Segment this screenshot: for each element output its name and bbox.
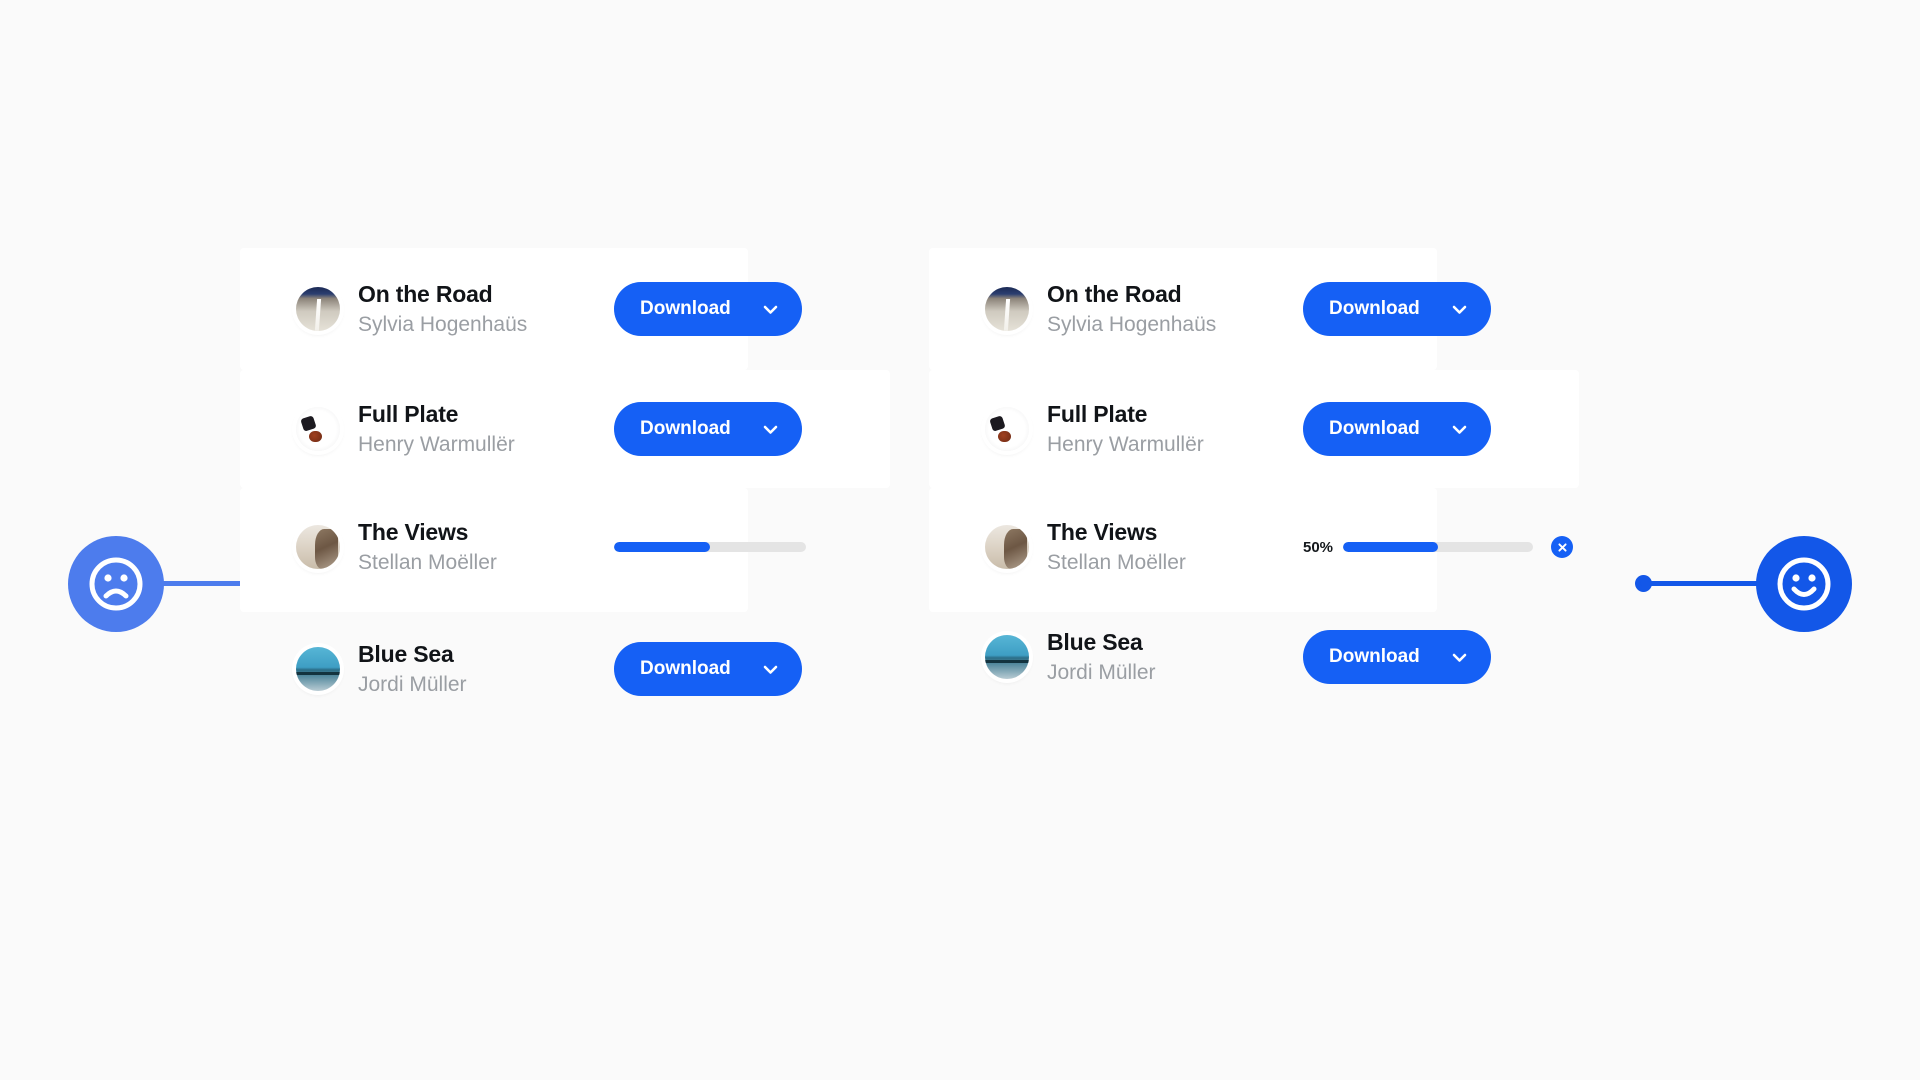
progress-fill (1343, 542, 1438, 552)
list-item[interactable]: On the Road Sylvia Hogenhaüs Download (296, 248, 806, 370)
sad-face-icon (89, 557, 143, 611)
list-item[interactable]: The Views Stellan Moëller 50% (985, 488, 1573, 606)
item-author: Jordi Müller (358, 672, 467, 696)
plate-thumbnail (296, 406, 340, 451)
download-button-label: Download (1329, 418, 1420, 439)
chevron-down-icon (761, 300, 780, 319)
progress-track[interactable] (1343, 542, 1533, 552)
views-thumbnail (296, 524, 340, 569)
panel-before: On the Road Sylvia Hogenhaüs Download Fu… (240, 248, 890, 728)
item-meta: Full Plate Henry Warmullër (296, 400, 558, 458)
sea-thumbnail (985, 634, 1029, 679)
chevron-down-icon (761, 420, 780, 439)
road-thumbnail (985, 286, 1029, 331)
item-action: Download (614, 642, 802, 696)
chevron-down-icon (1450, 648, 1469, 667)
happy-face-endcap (1756, 536, 1852, 632)
chevron-down-icon (761, 660, 780, 679)
item-title: On the Road (1047, 280, 1182, 307)
item-meta: The Views Stellan Moëller (985, 518, 1247, 576)
item-title: Full Plate (358, 400, 459, 427)
item-title: Full Plate (1047, 400, 1148, 427)
item-action (614, 520, 806, 574)
happy-face-icon (1777, 557, 1831, 611)
item-author: Sylvia Hogenhaüs (1047, 312, 1217, 336)
download-button[interactable]: Download (614, 402, 802, 456)
road-thumbnail (296, 286, 340, 331)
item-action: 50% (1303, 520, 1573, 574)
download-button[interactable]: Download (614, 282, 802, 336)
item-author: Sylvia Hogenhaüs (358, 312, 528, 336)
item-meta: Blue Sea Jordi Müller (296, 640, 558, 698)
item-meta: On the Road Sylvia Hogenhaüs (296, 280, 558, 338)
item-author: Henry Warmullër (1047, 432, 1204, 456)
download-button[interactable]: Download (1303, 282, 1491, 336)
item-titles: On the Road Sylvia Hogenhaüs (1047, 280, 1216, 338)
close-icon (1557, 542, 1567, 552)
cancel-download-button[interactable] (1551, 536, 1573, 558)
list-item[interactable]: Blue Sea Jordi Müller Download (985, 598, 1573, 716)
download-button-label: Download (640, 298, 731, 319)
views-thumbnail (985, 524, 1029, 569)
panel-after: On the Road Sylvia Hogenhaüs Download Fu… (929, 248, 1579, 716)
list-item[interactable]: On the Road Sylvia Hogenhaüs Download (985, 248, 1573, 370)
item-meta: Blue Sea Jordi Müller (985, 628, 1247, 686)
download-button[interactable]: Download (1303, 630, 1491, 684)
download-button-label: Download (1329, 646, 1420, 667)
item-titles: Full Plate Henry Warmullër (1047, 400, 1204, 458)
item-author: Stellan Moëller (1047, 550, 1186, 574)
item-titles: Full Plate Henry Warmullër (358, 400, 515, 458)
item-author: Jordi Müller (1047, 660, 1156, 684)
progress-fill (614, 542, 710, 552)
progress-percent-label: 50% (1303, 538, 1334, 556)
list-item[interactable]: Full Plate Henry Warmullër Download (296, 370, 806, 488)
download-button[interactable]: Download (614, 642, 802, 696)
item-titles: The Views Stellan Moëller (1047, 518, 1186, 576)
item-title: On the Road (358, 280, 493, 307)
item-titles: The Views Stellan Moëller (358, 518, 497, 576)
list-item[interactable]: Full Plate Henry Warmullër Download (985, 370, 1573, 488)
item-action: Download (614, 402, 802, 456)
item-title: Blue Sea (358, 640, 454, 667)
item-action: Download (614, 282, 802, 336)
item-titles: Blue Sea Jordi Müller (358, 640, 467, 698)
item-title: The Views (358, 518, 469, 545)
item-author: Henry Warmullër (358, 432, 515, 456)
download-progress: 50% (1303, 520, 1573, 574)
item-titles: Blue Sea Jordi Müller (1047, 628, 1156, 686)
item-title: The Views (1047, 518, 1158, 545)
download-button-label: Download (640, 418, 731, 439)
item-meta: Full Plate Henry Warmullër (985, 400, 1247, 458)
list-item[interactable]: The Views Stellan Moëller (296, 488, 806, 606)
item-titles: On the Road Sylvia Hogenhaüs (358, 280, 527, 338)
item-meta: On the Road Sylvia Hogenhaüs (985, 280, 1247, 338)
right-connector-line (1640, 581, 1760, 586)
download-button-label: Download (1329, 298, 1420, 319)
item-action: Download (1303, 282, 1491, 336)
progress-track[interactable] (614, 542, 806, 552)
item-action: Download (1303, 402, 1491, 456)
item-author: Stellan Moëller (358, 550, 497, 574)
chevron-down-icon (1450, 420, 1469, 439)
item-title: Blue Sea (1047, 628, 1143, 655)
download-button-label: Download (640, 658, 731, 679)
chevron-down-icon (1450, 300, 1469, 319)
list-item[interactable]: Blue Sea Jordi Müller Download (296, 610, 806, 728)
sad-face-endcap (68, 536, 164, 632)
item-action: Download (1303, 630, 1491, 684)
download-button[interactable]: Download (1303, 402, 1491, 456)
download-progress (614, 520, 806, 574)
plate-thumbnail (985, 406, 1029, 451)
item-meta: The Views Stellan Moëller (296, 518, 558, 576)
sea-thumbnail (296, 646, 340, 691)
